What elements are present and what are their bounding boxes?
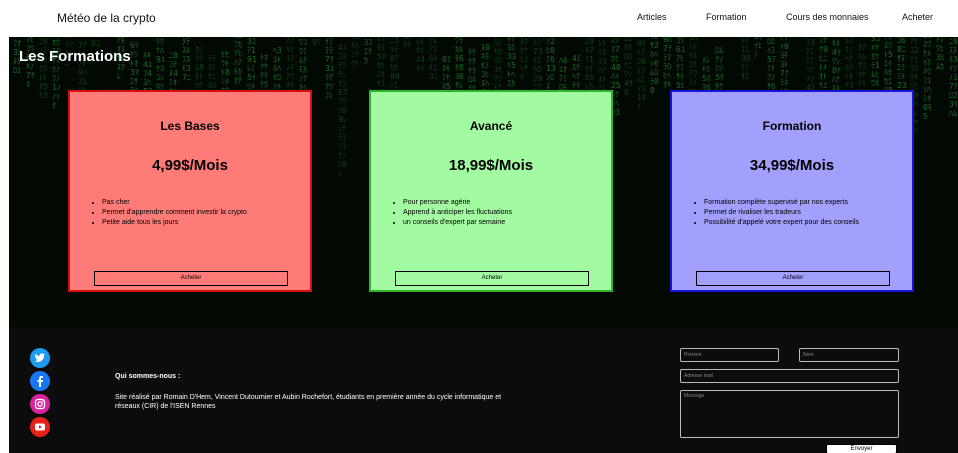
youtube-icon[interactable] <box>30 417 50 437</box>
message-textarea[interactable] <box>680 390 899 438</box>
formations-section: ｾﾉﾌｵ3ﾑﾇﾀﾛﾕﾕｹﾏﾋｺｳ68ｷﾉ7ｻﾈｺ9ﾉｽﾏﾃｹﾛﾄﾄｵ5ｾ3ﾇﾚﾔ… <box>9 37 958 327</box>
section-title: Les Formations <box>19 48 131 65</box>
card-title: Formation <box>762 119 822 133</box>
card-les-bases: Les Bases 4,99$/Mois Pas cher Permet d'a… <box>68 90 312 292</box>
card-feature: un conseils d'expert par semaine <box>403 218 512 228</box>
card-price: 4,99$/Mois <box>152 157 228 174</box>
about-title: Qui sommes-nous : <box>115 373 181 380</box>
matrix-rain-column: ﾋﾛﾃﾑﾄﾚﾜﾋ3ﾋﾑｶ <box>936 37 945 71</box>
facebook-icon[interactable] <box>30 371 50 391</box>
matrix-rain-column: ｻﾃﾍ48ｱﾇﾎｾｹﾋﾕﾍｻﾔ <box>520 37 528 82</box>
card-price: 34,99$/Mois <box>749 157 835 174</box>
matrix-rain-column: ﾑﾕﾌｶｱﾋﾊｱﾓｶｵﾁ <box>234 37 242 85</box>
matrix-rain-column: 9ﾊ7ﾃﾗﾏﾗﾛﾋﾍｵｷ <box>663 37 672 89</box>
site-footer: Qui sommes-nous : Site réalisé par Romai… <box>9 327 958 453</box>
site-brand[interactable]: Météo de la crypto <box>57 11 156 25</box>
card-title: Avancé <box>469 119 513 133</box>
matrix-rain-column: ﾛﾕﾙｶﾛﾛｸﾆﾜｿ4ｻ6 <box>624 37 633 97</box>
card-avance: Avancé 18,99$/Mois Pour personne agérie … <box>369 90 613 292</box>
buy-button-les-bases[interactable]: Acheter <box>94 271 288 286</box>
matrix-rain-column: ｲｷﾙ1ｲﾎﾀﾃｽﾙﾌｽﾓ37ﾆ <box>182 37 191 82</box>
card-feature: Possibilité d'appelé votre expert pour d… <box>704 218 859 228</box>
card-feature: Permet de rivaliser les tradeurs <box>704 208 859 218</box>
matrix-rain-column: ｲﾅﾍﾘ3ﾐﾐｲﾆ9ｽﾇﾈ3ｲｿﾉﾖ7ﾁﾛ23ﾘﾊﾑ <box>949 37 958 118</box>
matrix-rain-column: ｷｷｺﾆｿﾑｱｽ6ﾄﾇﾕ3ｼ <box>429 37 438 81</box>
matrix-rain-column: ﾜ9ｷﾊﾉﾅｹﾄ <box>351 37 360 68</box>
buy-button-formation[interactable]: Acheter <box>696 271 890 286</box>
instagram-icon[interactable] <box>30 394 50 414</box>
matrix-rain-column: ﾒｷｾﾋｶﾌｲﾐﾗﾗ7ﾁ3ﾕﾗｱｸﾂﾌﾚ <box>325 37 334 100</box>
nav-acheter[interactable]: Acheter <box>902 12 933 22</box>
matrix-rain-column: 8ﾀｶｹｷｻﾂｴｻ2ﾎﾍｼ6ﾑﾛﾗ08 <box>650 37 659 95</box>
matrix-rain-column: ﾘﾀ9ﾋ85ｷﾘﾖｴ3ﾖﾘ5ﾄﾍｽｶ <box>507 37 516 88</box>
card-feature: Pour personne agérie <box>403 198 512 208</box>
matrix-rain-column: ｹﾗﾗﾕ2ｽ0ｺ <box>91 37 100 48</box>
matrix-rain-column: ﾏﾃﾙ8ﾋｵ56ｽﾜｹﾒｲﾎﾒｳﾌﾕｿﾊｼｵ0ﾓ5 <box>923 37 933 121</box>
matrix-rain-column: 3ﾒｸﾚﾄｲｿ2ﾋ0ﾐ613ﾝﾛｽ <box>546 37 556 91</box>
card-feature: Permet d'apprendre comment investir la c… <box>102 208 247 218</box>
card-features: Formation complète supervisé par nos exp… <box>692 198 859 228</box>
firstname-input[interactable] <box>680 348 779 362</box>
email-input[interactable] <box>680 369 899 383</box>
matrix-rain-column: ﾄﾘｵｴ38ｹﾐｻｴ <box>741 37 751 81</box>
card-title: Les Bases <box>160 119 220 133</box>
card-features: Pas cher Permet d'apprendre comment inve… <box>90 198 247 228</box>
about-text: Site réalisé par Romain D'Hem, Vincent D… <box>115 394 502 410</box>
matrix-rain-column: ｻﾀ679ﾚ5ﾗｲﾋﾝ <box>754 37 763 59</box>
matrix-rain-column: 1ﾝﾝﾊﾎﾖｶﾙｹｸ <box>403 37 411 50</box>
matrix-rain-column: 4ｽｺﾖﾁﾜﾃﾆｾﾂ57ｱﾂﾂ09ﾚｼﾃﾗﾏﾝﾏﾁﾝﾚ0ﾚ <box>338 43 348 178</box>
card-features: Pour personne agérie Apprend à anticiper… <box>391 198 512 228</box>
card-feature: Petite aide tous les jours <box>102 218 247 228</box>
nav-formation[interactable]: Formation <box>706 12 747 22</box>
card-feature: Apprend à anticiper les fluctuations <box>403 208 512 218</box>
top-navbar: Météo de la crypto Articles Formation Co… <box>0 0 958 37</box>
buy-button-avance[interactable]: Acheter <box>395 271 589 286</box>
matrix-rain-column: ｱﾚ2ﾔｱｱｻﾁ9ｱ <box>312 37 321 47</box>
card-formation: Formation 34,99$/Mois Formation complète… <box>670 90 914 292</box>
card-feature: Formation complète supervisé par nos exp… <box>704 198 859 208</box>
twitter-icon[interactable] <box>30 348 50 368</box>
matrix-rain-column: ｼﾓｷﾂﾈ4ﾏﾍ <box>416 37 425 73</box>
matrix-rain-column: ｹｺﾀﾋﾃｶﾖｺｴｹｶ <box>364 37 372 65</box>
card-feature: Pas cher <box>102 198 247 208</box>
matrix-rain-column: ﾅ0ﾌｸ4ｾﾋｱｺ0ﾑﾗﾑｴｿｺ1ﾀｲ <box>637 37 646 111</box>
matrix-rain-column: ﾁｴﾕﾘﾉｿｲ0ﾖﾓﾖﾄ7ﾅﾗﾈﾄｷ <box>780 37 789 96</box>
nav-articles[interactable]: Articles <box>637 12 667 22</box>
card-price: 18,99$/Mois <box>448 157 534 174</box>
nav-cours-des-monnaies[interactable]: Cours des monnaies <box>786 12 869 22</box>
matrix-rain-column: ﾊ6ﾕｵｱﾐﾛﾓ <box>559 56 568 92</box>
send-button[interactable]: Envoyer <box>826 444 897 453</box>
matrix-rain-column: ｺ9ﾉｽﾏﾃｹﾛﾄﾄｵ5ｾ3 <box>39 37 48 100</box>
lastname-input[interactable] <box>799 348 899 362</box>
